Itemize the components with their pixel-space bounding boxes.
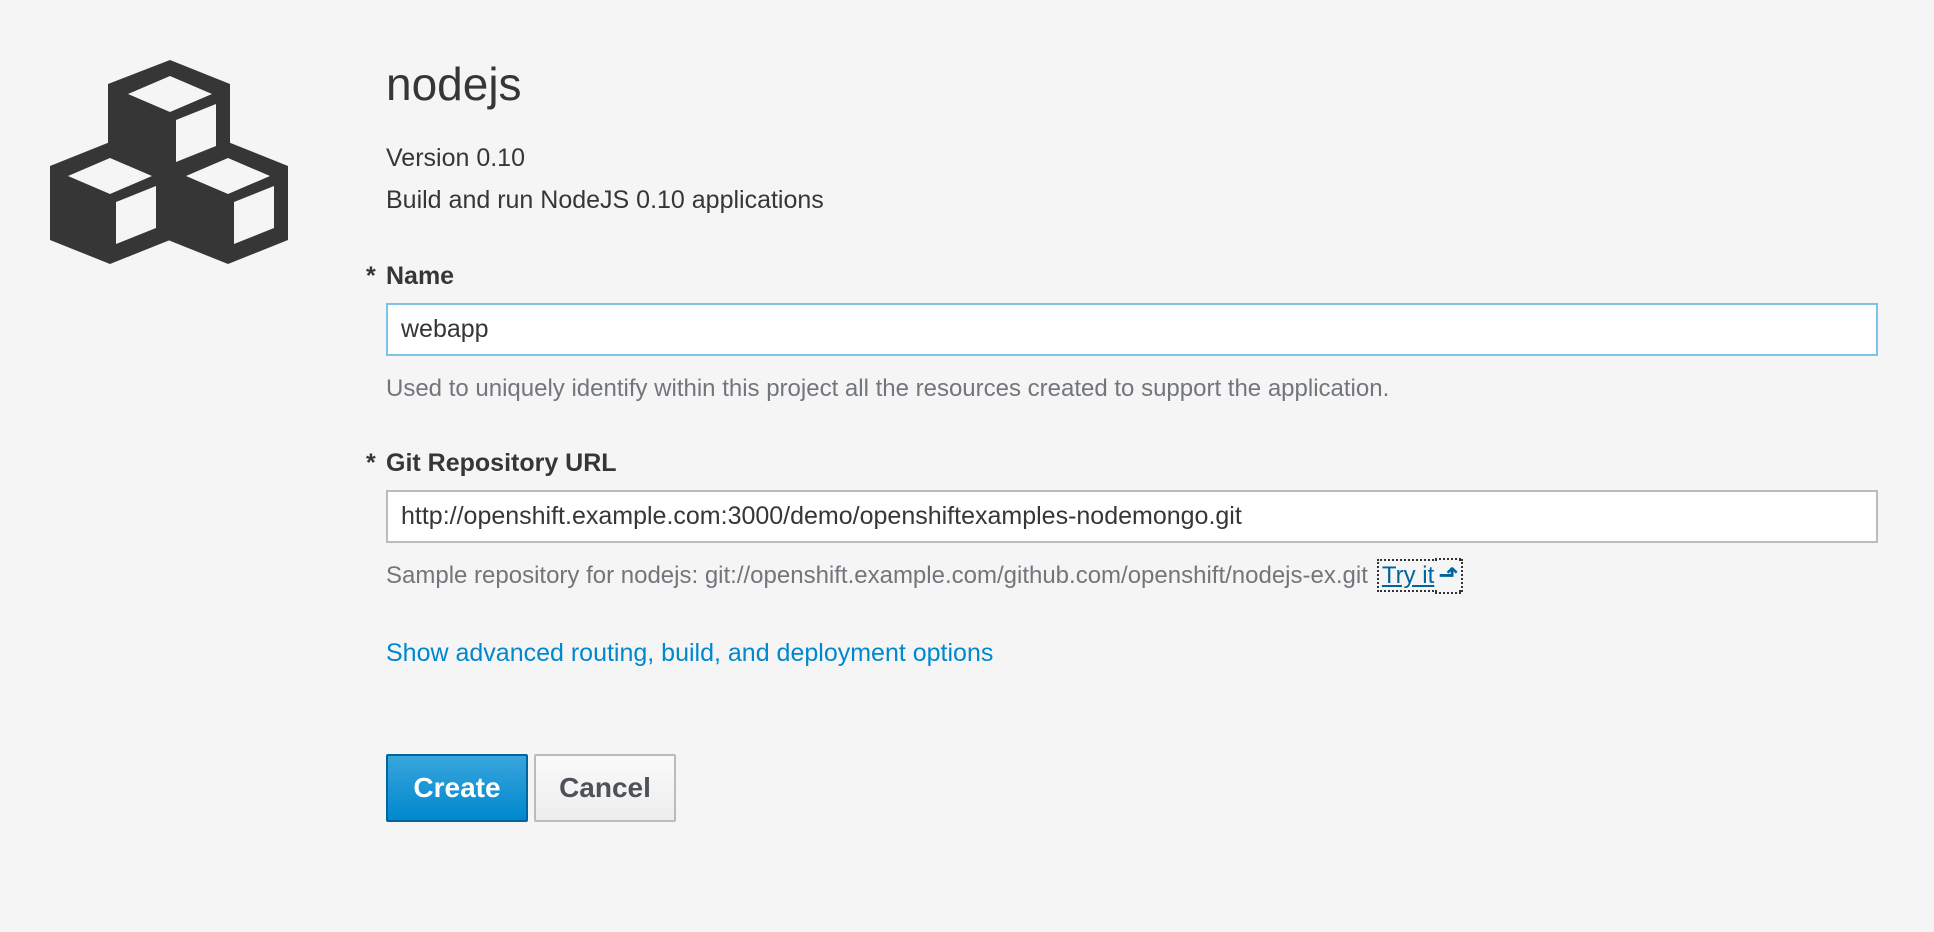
git-url-field: * Git Repository URL Sample repository f… xyxy=(366,448,1878,592)
required-marker: * xyxy=(366,448,376,477)
cubes-icon xyxy=(50,60,288,264)
name-help-text: Used to uniquely identify within this pr… xyxy=(386,374,1390,402)
name-label-text: Name xyxy=(386,261,455,290)
git-help-text: Sample repository for nodejs: git://open… xyxy=(386,561,1368,589)
name-input[interactable] xyxy=(386,302,1878,356)
form-actions: Create Cancel xyxy=(386,753,1878,822)
required-marker: * xyxy=(366,261,376,290)
advanced-options-link[interactable]: Show advanced routing, build, and deploy… xyxy=(386,639,993,668)
git-help: Sample repository for nodejs: git://open… xyxy=(386,558,1878,592)
create-from-image-page: nodejs Version 0.10 Build and run NodeJS… xyxy=(0,0,1934,932)
version-text: Version 0.10 xyxy=(386,143,525,172)
image-details-form: nodejs Version 0.10 Build and run NodeJS… xyxy=(366,58,1878,822)
try-it-link[interactable]: Try it ⬏ xyxy=(1376,558,1464,592)
image-meta: Version 0.10 Build and run NodeJS 0.10 a… xyxy=(386,137,1878,221)
name-field: * Name Used to uniquely identify within … xyxy=(366,261,1878,404)
level-up-icon: ⬏ xyxy=(1438,561,1459,589)
description-text: Build and run NodeJS 0.10 applications xyxy=(386,185,824,214)
try-it-label: Try it xyxy=(1381,561,1435,589)
git-url-label: * Git Repository URL xyxy=(366,448,1878,478)
create-button[interactable]: Create xyxy=(386,753,528,822)
name-label: * Name xyxy=(366,261,1878,291)
git-url-label-text: Git Repository URL xyxy=(386,448,617,477)
git-url-input[interactable] xyxy=(386,489,1878,543)
page-title: nodejs xyxy=(386,58,522,110)
cancel-button[interactable]: Cancel xyxy=(534,753,676,822)
